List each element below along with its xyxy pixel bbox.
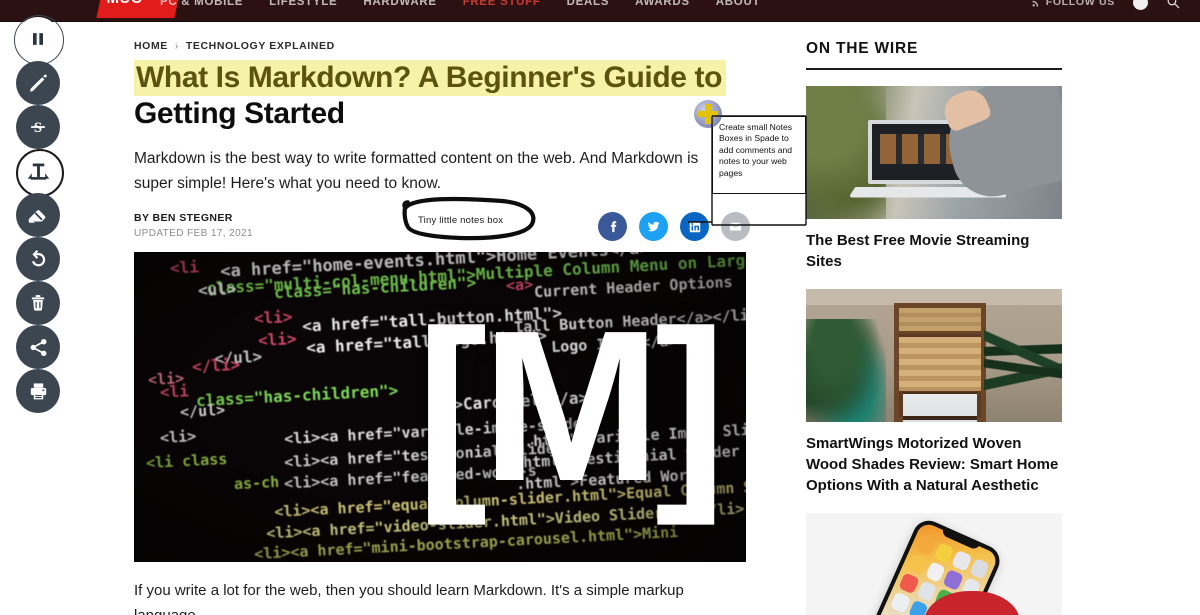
printer-icon xyxy=(30,382,46,399)
share-button[interactable] xyxy=(11,325,65,369)
breadcrumb-section[interactable]: TECHNOLOGY EXPLAINED xyxy=(186,40,335,52)
search-icon[interactable] xyxy=(1166,0,1180,9)
nav-item-lifestyle[interactable]: LIFESTYLE xyxy=(269,0,337,8)
undo-arrow-icon xyxy=(32,250,46,267)
breadcrumb-separator-icon: › xyxy=(174,40,179,52)
sidebar-thumb-phone-photo xyxy=(806,513,1062,615)
follow-us-link[interactable]: FOLLOW US xyxy=(1032,0,1115,8)
site-header: MUO PC & MOBILE LIFESTYLE HARDWARE FREE … xyxy=(0,0,1200,22)
sidebar-thumb-room-photo xyxy=(806,289,1062,422)
sidebar-on-the-wire: ON THE WIRE The Best Free Movie Streamin… xyxy=(806,40,1062,615)
trash-icon xyxy=(31,295,45,311)
rss-icon xyxy=(1032,0,1038,7)
delete-button[interactable] xyxy=(11,281,65,325)
sidebar-card-2[interactable]: SmartWings Motorized Woven Wood Shades R… xyxy=(806,289,1062,496)
text-box-icon xyxy=(27,163,49,180)
article-body-paragraph: If you write a lot for the web, then you… xyxy=(134,582,684,615)
page-title-line2: Getting Started xyxy=(134,97,345,130)
linkedin-icon xyxy=(689,221,700,232)
pen-tool-button[interactable] xyxy=(11,61,65,105)
strikethrough-button[interactable]: S xyxy=(11,105,65,149)
strikethrough-s-icon: S xyxy=(31,120,45,136)
nav-item-awards[interactable]: AWARDS xyxy=(635,0,690,8)
article-dek: Markdown is the best way to write format… xyxy=(134,150,699,192)
move-cross-icon xyxy=(697,103,719,125)
page-root: MUO PC & MOBILE LIFESTYLE HARDWARE FREE … xyxy=(0,0,1200,615)
follow-us-label: FOLLOW US xyxy=(1045,0,1115,8)
annotation-toolbar: S xyxy=(14,15,64,413)
nav-item-free-stuff[interactable]: FREE STUFF xyxy=(463,0,541,8)
page-title-highlighted: What Is Markdown? A Beginner's Guide to xyxy=(134,60,727,96)
page-title: What Is Markdown? A Beginner's Guide to … xyxy=(134,60,734,132)
twitter-icon xyxy=(647,221,660,232)
pause-icon xyxy=(33,33,43,45)
sidebar-thumb-laptop-photo xyxy=(806,86,1062,219)
notes-box-text: Create small Notes Boxes in Spade to add… xyxy=(719,122,793,178)
share-twitter-button[interactable] xyxy=(639,212,668,241)
nav-item-hardware[interactable]: HARDWARE xyxy=(363,0,436,8)
ink-annotation-label: Tiny little notes box xyxy=(418,215,504,226)
pause-button[interactable] xyxy=(11,15,65,65)
sidebar-card-1[interactable]: The Best Free Movie Streaming Sites xyxy=(806,86,1062,272)
nav-item-deals[interactable]: DEALS xyxy=(567,0,609,8)
hero-overlay-logo: [M] xyxy=(416,285,726,526)
notes-box-move-handle[interactable] xyxy=(694,100,722,128)
notes-box[interactable]: Create small Notes Boxes in Spade to add… xyxy=(712,116,806,194)
header-utilities: FOLLOW US xyxy=(1032,0,1180,13)
primary-nav: PC & MOBILE LIFESTYLE HARDWARE FREE STUF… xyxy=(160,0,760,13)
sidebar-card-1-headline: The Best Free Movie Streaming Sites xyxy=(806,232,1030,270)
print-button[interactable] xyxy=(11,369,65,413)
site-logo-text: MUO xyxy=(107,0,143,7)
share-linkedin-button[interactable] xyxy=(680,212,709,241)
facebook-icon xyxy=(610,220,616,232)
envelope-icon xyxy=(729,222,742,231)
share-facebook-button[interactable] xyxy=(598,212,627,241)
share-nodes-icon xyxy=(30,338,46,356)
text-box-tool-button[interactable] xyxy=(11,149,65,197)
sidebar-card-3[interactable] xyxy=(806,513,1062,615)
nav-item-about[interactable]: ABOUT xyxy=(716,0,760,8)
sidebar-card-2-headline: SmartWings Motorized Woven Wood Shades R… xyxy=(806,435,1059,494)
eraser-icon xyxy=(28,210,46,223)
breadcrumb: HOME › TECHNOLOGY EXPLAINED xyxy=(134,40,754,52)
eraser-button[interactable] xyxy=(11,193,65,237)
pencil-icon xyxy=(30,74,47,92)
undo-button[interactable] xyxy=(11,237,65,281)
sidebar-title: ON THE WIRE xyxy=(806,40,1062,70)
social-share-bar xyxy=(598,212,750,241)
breadcrumb-home[interactable]: HOME xyxy=(134,40,168,52)
article-hero-image: <a href="home-events.html">Home Events</… xyxy=(134,252,746,562)
svg-text:S: S xyxy=(34,120,42,136)
user-avatar-icon[interactable] xyxy=(1133,0,1148,10)
nav-item-pc-mobile[interactable]: PC & MOBILE xyxy=(160,0,243,8)
share-email-button[interactable] xyxy=(721,212,750,241)
